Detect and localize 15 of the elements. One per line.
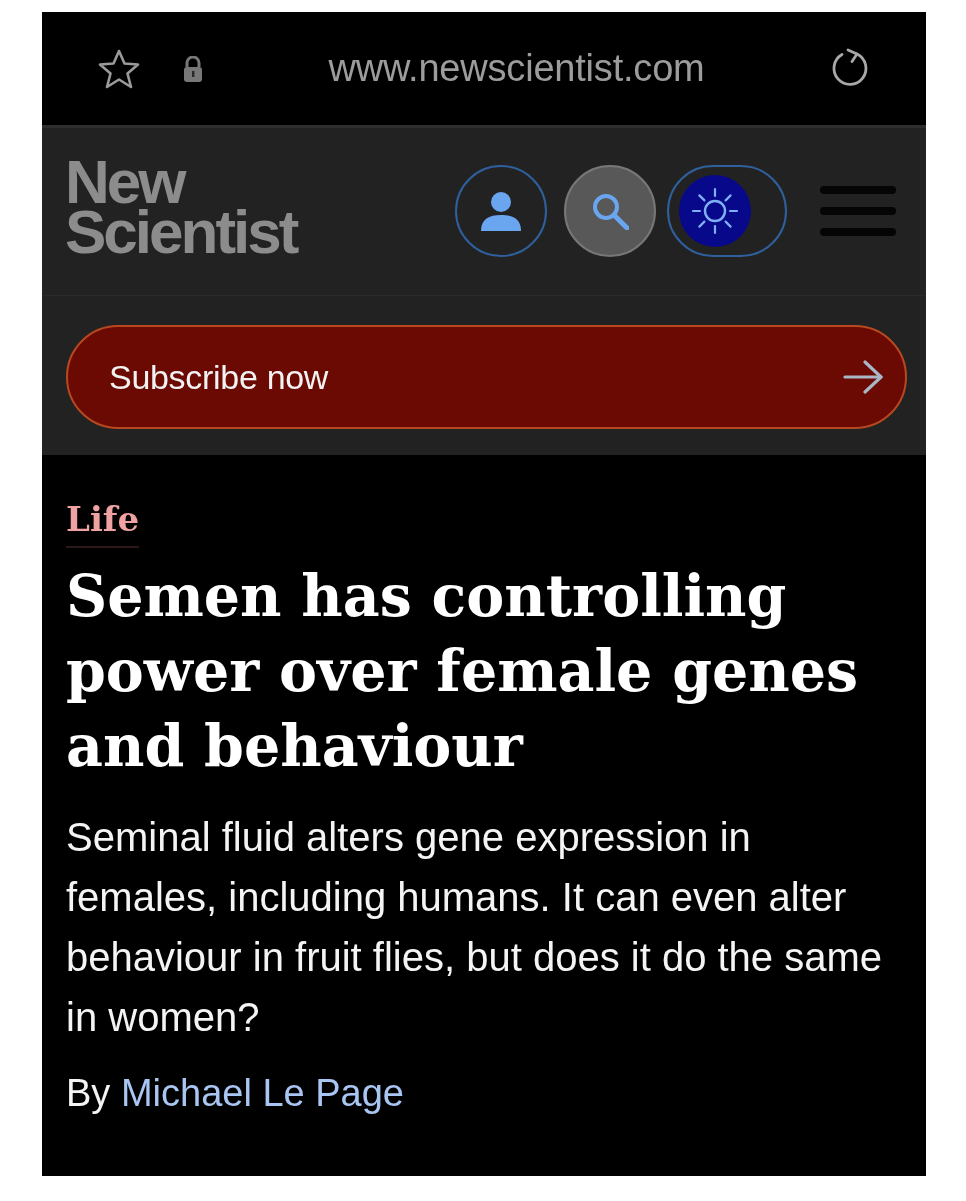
search-icon	[591, 191, 629, 230]
subscribe-button[interactable]: Subscribe now	[66, 325, 907, 429]
user-icon	[479, 190, 523, 231]
site-logo[interactable]: New Scientist	[65, 156, 297, 257]
author-link[interactable]: Michael Le Page	[120, 1071, 404, 1114]
section-link[interactable]: Life	[66, 499, 140, 548]
byline-label: By	[66, 1071, 111, 1114]
url-text[interactable]: www.newscientist.com	[328, 47, 705, 89]
theme-toggle[interactable]	[667, 164, 787, 257]
article-headline: Semen has controlling power over female genes and behaviour	[66, 560, 860, 781]
sun-icon	[679, 174, 751, 247]
lock-icon	[183, 55, 203, 82]
account-button[interactable]	[455, 164, 547, 257]
bookmark-star-icon[interactable]	[98, 48, 140, 89]
article-standfirst: Seminal fluid alters gene expression in females, including humans. It can even alter behaviour in fruit flies, but does it do the same in women?	[66, 813, 883, 1041]
